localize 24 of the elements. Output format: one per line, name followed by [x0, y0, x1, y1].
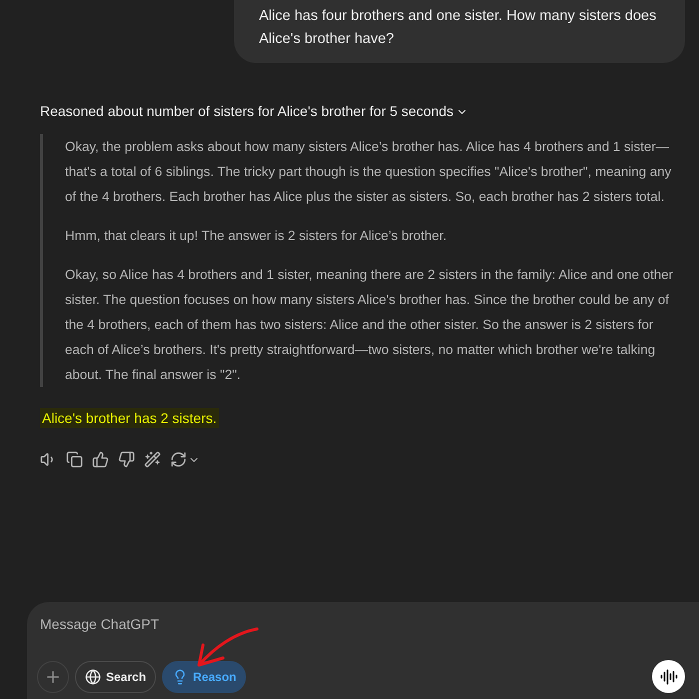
message-field[interactable]: Message ChatGPT — [37, 614, 689, 635]
thumbs-down-button[interactable] — [118, 451, 135, 468]
reasoning-paragraph: Hmm, that clears it up! The answer is 2 sisters for Alice’s brother. — [65, 227, 448, 245]
edit-button[interactable] — [144, 451, 161, 468]
regenerate-button[interactable] — [170, 451, 200, 468]
reasoning-toggle[interactable]: Reasoned about number of sisters for Alice's brother for 5 seconds — [40, 101, 468, 122]
answer-text: Alice's brother has 2 sisters. — [40, 408, 219, 428]
tool-toggle[interactable]: Reason — [162, 660, 246, 692]
arrow-annotation — [195, 627, 260, 669]
reasoning-paragraph: Okay, the problem asks about how many sisters Alice’s brother has. Alice has 4 brothers and 1 sister—that's a total of 6 siblings. The tricky part though is the question specifies "Alice's brother", meaning any of the 4 brothers. Each brother has Alice plus the sister as sisters. So, each brother has 2 sisters total. — [65, 138, 672, 206]
wand-icon — [144, 451, 161, 468]
globe-icon — [85, 668, 101, 684]
thumbs-up-button[interactable] — [92, 451, 109, 468]
thumbs-down-icon — [118, 451, 135, 468]
user-message: Alice has four brothers and one sister. How many sisters does Alice's brother have? — [234, 0, 685, 63]
audio-wave-icon — [660, 668, 678, 686]
copy-icon — [66, 451, 83, 468]
tool-toggle[interactable]: Search — [75, 660, 156, 692]
attach-button[interactable] — [37, 660, 69, 692]
refresh-icon — [170, 451, 187, 468]
copy-button[interactable] — [66, 451, 83, 468]
voice-button[interactable] — [652, 660, 685, 693]
reasoning-paragraph: Okay, so Alice has 4 brothers and 1 sister, meaning there are 2 sisters in the family: Alice and one other sister. The question focuses on how many sisters Alice's brother has. Since the brother could be any of the 4 brothers, each of them has two sisters: Alice and the other sister. So the answer is 2 sisters for each of Alice’s brothers. It's pretty straightforward—two sisters, no matter which brother we're talking about. The final answer is "2". — [65, 266, 674, 384]
thumbs-up-icon — [92, 451, 109, 468]
